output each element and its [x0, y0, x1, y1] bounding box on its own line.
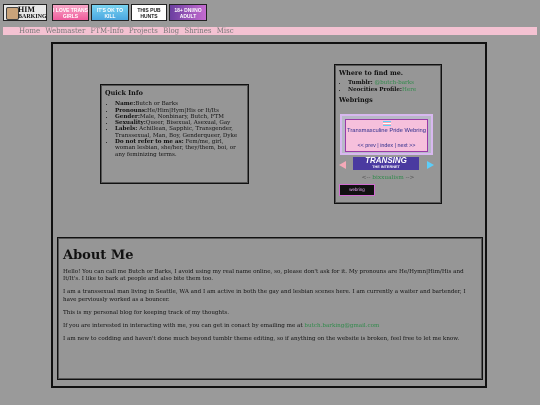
nav-projects[interactable]: Projects — [129, 27, 158, 35]
list-item: Labels: Achillean, Sapphic, Transgender,… — [115, 126, 244, 139]
about-paragraph: Hello! You can call me Butch or Barks, I… — [63, 269, 464, 283]
webring-nav[interactable]: << prev | index | next >> — [346, 143, 427, 149]
arrow-right-icon[interactable] — [427, 161, 434, 169]
i-love-trans-girls-badge[interactable]: I LOVE TRANS GIRLS — [52, 4, 89, 21]
webring-panel: Transmasculine Pride Webring << prev | i… — [345, 119, 428, 152]
list-item: Do not refer to me as: Fem/me, girl, wom… — [115, 139, 244, 158]
neocities-link[interactable]: Here — [402, 87, 416, 93]
list-item: Tumblr: @butch-barks — [348, 80, 437, 87]
webring-name: Transmasculine Pride Webring — [347, 128, 426, 134]
about-paragraph: I am a transsexual man living in Seattle… — [63, 289, 466, 303]
main-nav: Home Webmaster FTM-Info Projects Blog Sh… — [19, 27, 237, 35]
about-paragraph: This is my personal blog for keeping tra… — [63, 309, 230, 316]
list-item: Neocities Profile:Here — [348, 87, 437, 94]
about-paragraph: If you are interested in interacting wit… — [63, 323, 380, 330]
pub-hunts-terfs-badge[interactable]: THIS PUB HUNTS TERFS — [131, 4, 167, 21]
email-link[interactable]: butch.barking@gmail.com — [304, 323, 379, 329]
tumblr-link[interactable]: @butch-barks — [374, 80, 414, 86]
nav-ftm-info[interactable]: FTM-Info — [91, 27, 124, 35]
where-list: Tumblr: @butch-barks Neocities Profile:H… — [339, 80, 437, 94]
bixx-link[interactable]: bixxualism — [372, 175, 403, 181]
quick-info-title: Quick Info — [105, 89, 143, 97]
nav-webmaster[interactable]: Webmaster — [45, 27, 85, 35]
bixx-webring: <-- bixxualism --> — [334, 175, 442, 182]
trans-flag-icon — [383, 121, 391, 126]
nav-home[interactable]: Home — [19, 27, 40, 35]
nav-shrines[interactable]: Shrines — [184, 27, 211, 35]
about-me-box: About Me Hello! You can call me Butch or… — [57, 237, 483, 380]
its-ok-to-kill-badge[interactable]: IT'S OK TO KILL — [91, 4, 129, 21]
webring-button[interactable]: webring — [339, 184, 375, 196]
about-title: About Me — [63, 248, 134, 263]
transmasc-webring[interactable]: Transmasculine Pride Webring << prev | i… — [340, 114, 433, 155]
quick-info-box: Quick Info Name:Butch or Barks Pronouns:… — [100, 84, 249, 184]
dni-adult-badge[interactable]: 18+ DNI/NO ADULT — [169, 4, 207, 21]
where-title: Where to find me. — [339, 69, 404, 77]
bixx-prev[interactable]: <-- — [362, 175, 371, 181]
quick-info-list: Name:Butch or Barks Pronouns:He/Him|Hym|… — [105, 101, 244, 158]
transing-logo: TRANSING THE INTERNET — [353, 157, 419, 170]
about-paragraph: I am new to codding and haven't done muc… — [63, 336, 460, 343]
him-barking-badge[interactable]: HIM BARKING — [3, 4, 47, 21]
transing-webring[interactable]: TRANSING THE INTERNET — [339, 157, 434, 170]
nav-blog[interactable]: Blog — [163, 27, 179, 35]
nav-misc[interactable]: Misc — [217, 27, 234, 35]
badge-text: HIM — [18, 5, 35, 14]
webrings-title: Webrings — [339, 96, 373, 105]
arrow-left-icon[interactable] — [339, 161, 346, 169]
badge-subtext: BARKING — [18, 14, 47, 20]
bixx-next[interactable]: --> — [406, 175, 415, 181]
